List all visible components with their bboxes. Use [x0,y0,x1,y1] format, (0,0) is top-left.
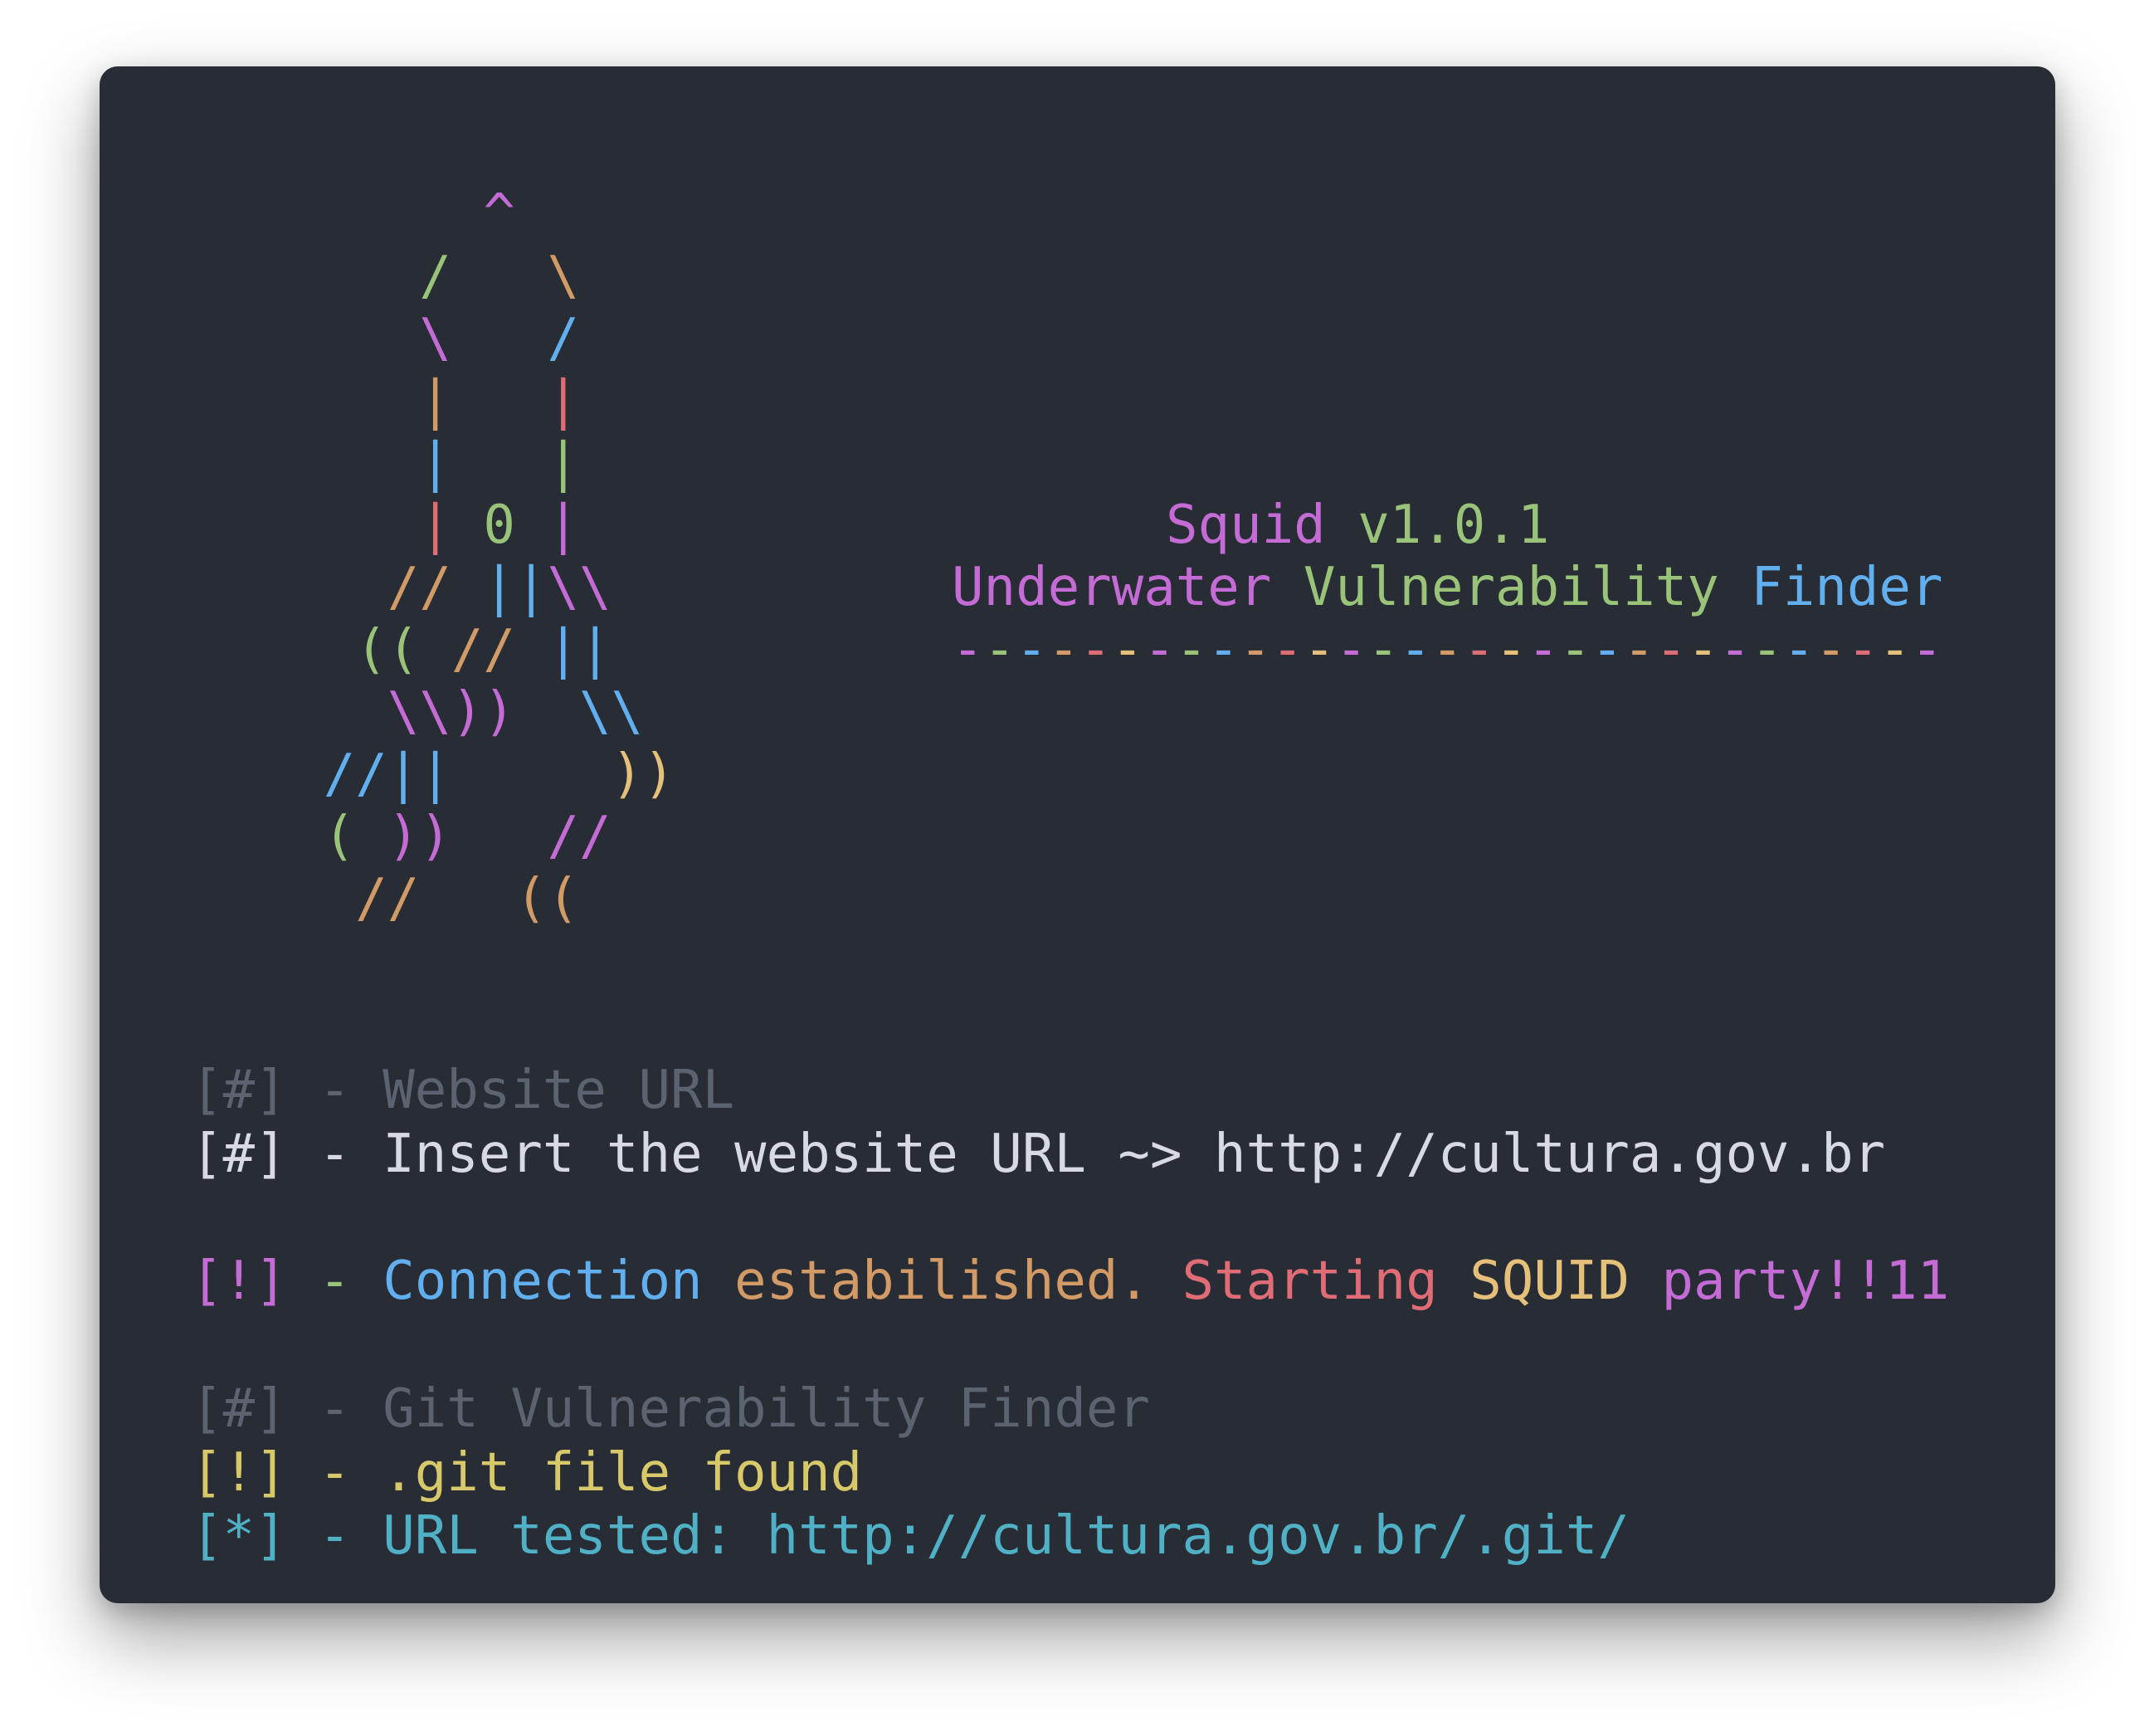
url-prompt-value: http://cultura.gov.br [1214,1124,1886,1185]
art-line: //|| )) [323,744,675,805]
app-subtitle: Underwater Vulnerability Finder [952,557,1943,618]
art-line: | | [419,370,579,432]
connection-message: [!] - Connection estabilished. Starting … [191,1251,1950,1312]
git-section-heading: [#] - Git Vulnerability Finder [191,1378,1150,1440]
art-line: | 0 | [419,495,579,556]
git-found-message: [!] - .git file found [191,1442,863,1504]
art-line: \ / [419,308,579,369]
url-prompt-line: [#] - Insert the website URL ~> http://c… [191,1123,1885,1186]
art-line: | | [419,432,579,494]
header-divider: ------------------------------- [952,619,1943,680]
art-line: ^ [483,183,515,245]
website-section-heading: [#] - Website URL [191,1060,735,1121]
art-line: \\)) \\ [387,681,644,743]
art-line: // ||\\ [387,557,612,618]
art-line: (( // || [355,619,612,680]
terminal-window: ^ / \ \ / | | | | | 0 | // ||\\ (( // ||… [100,66,2055,1603]
art-line: // (( [355,868,579,929]
url-tested-label: [*] - URL tested: [191,1505,767,1567]
url-tested-value: http://cultura.gov.br/.git/ [766,1505,1630,1567]
art-line: / \ [419,246,579,307]
art-line: ( )) // [323,806,612,867]
app-title: Squid v1.0.1 [1166,495,1550,556]
url-tested-line: [*] - URL tested: http://cultura.gov.br/… [191,1504,1630,1568]
url-prompt-label: [#] - Insert the website URL ~> [191,1124,1214,1185]
